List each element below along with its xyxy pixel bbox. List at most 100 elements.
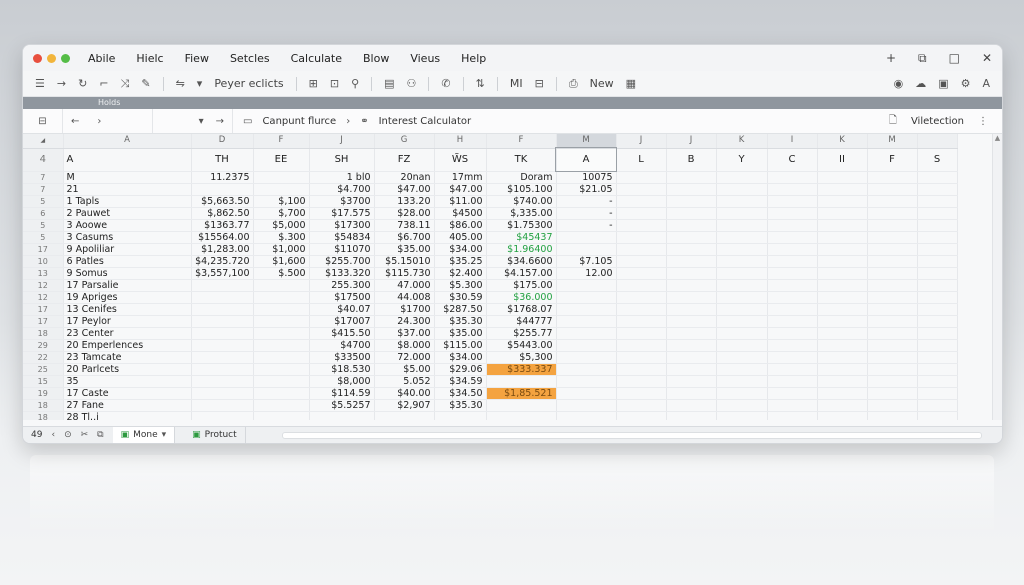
cell[interactable]: [666, 207, 717, 220]
cell[interactable]: [767, 363, 818, 376]
cell[interactable]: [917, 315, 958, 328]
cell[interactable]: $34.50: [434, 387, 487, 400]
cell[interactable]: [716, 399, 768, 412]
cell[interactable]: [191, 339, 254, 352]
cell[interactable]: [666, 387, 717, 400]
cell[interactable]: [666, 291, 717, 304]
cell[interactable]: [253, 291, 310, 304]
cell[interactable]: [666, 195, 717, 208]
format-icon[interactable]: ⇋: [176, 77, 185, 90]
cell[interactable]: [716, 183, 768, 196]
cell[interactable]: 6 Patles: [63, 255, 192, 268]
cell[interactable]: $5.5257: [309, 399, 375, 412]
cell[interactable]: [253, 399, 310, 412]
menu-item[interactable]: Calculate: [291, 52, 342, 65]
header-cell[interactable]: FZ: [374, 148, 435, 172]
copy-icon[interactable]: ⧉: [97, 430, 103, 440]
cell[interactable]: [716, 231, 768, 244]
cell[interactable]: [556, 411, 617, 420]
cell[interactable]: [556, 315, 617, 328]
cell[interactable]: 9 Somus: [63, 267, 192, 280]
cell[interactable]: [867, 279, 918, 292]
cell[interactable]: 1 bl0: [309, 171, 375, 184]
cell[interactable]: $47.00: [434, 183, 487, 196]
cell[interactable]: [867, 267, 918, 280]
cell[interactable]: [867, 171, 918, 184]
cell[interactable]: $8,000: [309, 375, 375, 388]
cell[interactable]: $1,85.521: [486, 387, 557, 400]
cell[interactable]: $34.00: [434, 243, 487, 256]
cell[interactable]: [867, 303, 918, 316]
zoom-dot[interactable]: [61, 53, 70, 63]
cell[interactable]: [767, 231, 818, 244]
column-header[interactable]: F: [486, 134, 557, 149]
cell[interactable]: 3 Casums: [63, 231, 192, 244]
header-cell[interactable]: B: [666, 148, 717, 172]
cell[interactable]: [767, 411, 818, 420]
record-icon[interactable]: ◉: [894, 77, 904, 90]
cell[interactable]: $34.6600: [486, 255, 557, 268]
cell[interactable]: $.300: [253, 231, 310, 244]
cell[interactable]: [917, 411, 958, 420]
header-cell[interactable]: L: [616, 148, 667, 172]
cell[interactable]: [253, 339, 310, 352]
column-header[interactable]: F: [253, 134, 310, 149]
cell[interactable]: [817, 267, 868, 280]
cell[interactable]: 11.2375: [191, 171, 254, 184]
cell[interactable]: [616, 183, 667, 196]
cell[interactable]: 20 Emperlences: [63, 339, 192, 352]
cell[interactable]: [917, 171, 958, 184]
column-header[interactable]: K: [817, 134, 868, 149]
cell[interactable]: $17300: [309, 219, 375, 232]
cell[interactable]: [616, 267, 667, 280]
cell[interactable]: $.500: [253, 267, 310, 280]
cell[interactable]: [917, 363, 958, 376]
cell[interactable]: [917, 351, 958, 364]
cell[interactable]: [556, 303, 617, 316]
sort-icon[interactable]: ⇅: [476, 77, 485, 90]
cell[interactable]: $34.00: [434, 351, 487, 364]
cell[interactable]: [817, 339, 868, 352]
cell[interactable]: $3,557,100: [191, 267, 254, 280]
cell[interactable]: [666, 411, 717, 420]
cell[interactable]: $,700: [253, 207, 310, 220]
cell[interactable]: [616, 207, 667, 220]
cell[interactable]: $175.00: [486, 279, 557, 292]
cell[interactable]: 23 Center: [63, 327, 192, 340]
row-number[interactable]: 5: [23, 219, 64, 232]
cell[interactable]: [666, 243, 717, 256]
cell[interactable]: 17 Parsalie: [63, 279, 192, 292]
cell[interactable]: $255.77: [486, 327, 557, 340]
cell[interactable]: $2,907: [374, 399, 435, 412]
cell[interactable]: [716, 219, 768, 232]
table-icon[interactable]: ⊟: [535, 77, 544, 90]
cell[interactable]: 17mm: [434, 171, 487, 184]
cell[interactable]: [616, 219, 667, 232]
cell[interactable]: [616, 387, 667, 400]
cell[interactable]: [817, 375, 868, 388]
cell[interactable]: 12.00: [556, 267, 617, 280]
cell[interactable]: [666, 279, 717, 292]
header-cell[interactable]: TK: [486, 148, 557, 172]
cell[interactable]: $17.575: [309, 207, 375, 220]
cell[interactable]: $37.00: [374, 327, 435, 340]
cell[interactable]: [191, 303, 254, 316]
cell[interactable]: [616, 399, 667, 412]
cell[interactable]: [716, 291, 768, 304]
cell[interactable]: [817, 219, 868, 232]
cell[interactable]: $3700: [309, 195, 375, 208]
column-header[interactable]: M: [867, 134, 918, 149]
filter-icon[interactable]: ⚲: [351, 77, 359, 90]
cell[interactable]: [716, 387, 768, 400]
hamburger-icon[interactable]: ☰: [35, 77, 45, 90]
cell[interactable]: $18.530: [309, 363, 375, 376]
chart-icon[interactable]: ▤: [384, 77, 394, 90]
cell[interactable]: $8.000: [374, 339, 435, 352]
view-mode-label[interactable]: Viletection: [911, 116, 964, 127]
cell[interactable]: [817, 399, 868, 412]
cell[interactable]: $40.07: [309, 303, 375, 316]
cell[interactable]: $28.00: [374, 207, 435, 220]
cell[interactable]: 3 Aoowe: [63, 219, 192, 232]
column-header[interactable]: I: [767, 134, 818, 149]
cell[interactable]: $40.00: [374, 387, 435, 400]
